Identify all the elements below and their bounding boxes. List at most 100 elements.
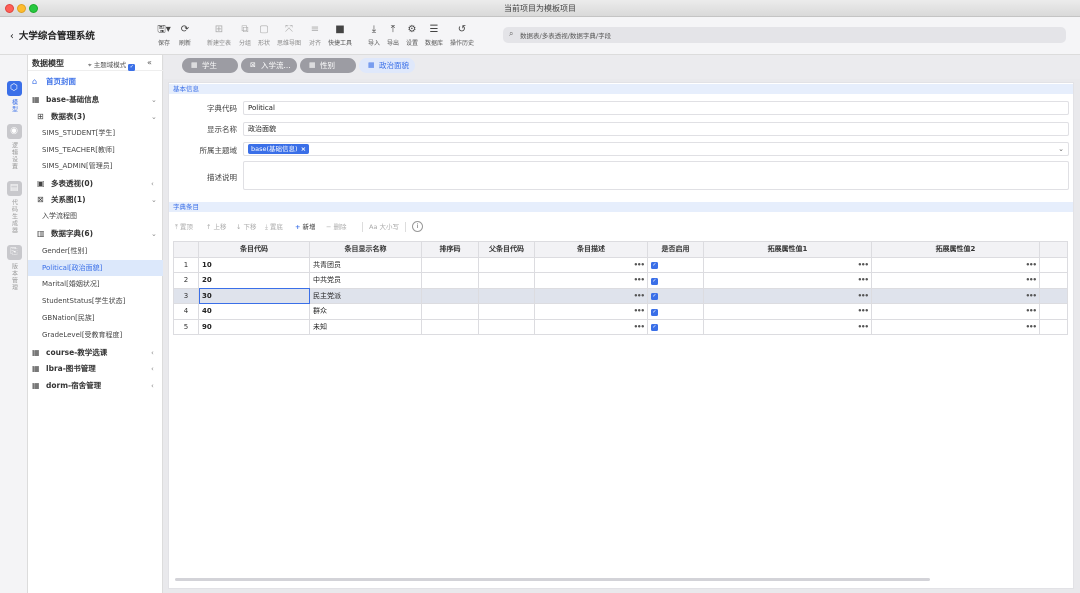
back-to-projects[interactable]: ‹ 大学综合管理系统	[10, 28, 95, 42]
tree-item-enrollment-flow[interactable]: 入学流程图	[28, 208, 163, 224]
column-header[interactable]: 拓展属性值1	[703, 241, 872, 258]
enabled-checkbox[interactable]: ✓	[651, 293, 658, 301]
enabled-cell[interactable]: ✓	[647, 272, 704, 289]
entry-name-cell[interactable]: 共青团员	[309, 256, 422, 273]
tree-item-gbnation[interactable]: GBNation[民族]	[28, 310, 163, 326]
tree-item-political[interactable]: Political[政治面貌]	[28, 260, 163, 276]
shape-button[interactable]: ▢ 形状	[250, 23, 278, 47]
tab-gender[interactable]: ▦ 性别	[300, 58, 356, 73]
remove-tag-icon[interactable]: ×	[301, 145, 306, 153]
description-cell[interactable]: •••	[534, 287, 648, 304]
ext2-cell[interactable]: •••	[871, 256, 1040, 273]
rail-item-codegen[interactable]: ▤ 代码生成器	[5, 181, 23, 234]
database-button[interactable]: ☰ 数据库	[420, 23, 448, 47]
entry-name-cell[interactable]: 民主党派	[309, 287, 422, 304]
tab-enrollment-flow[interactable]: ⊠ 入学流...	[241, 58, 297, 73]
move-bottom-button[interactable]: ⤓ 置底	[265, 221, 283, 233]
more-icon[interactable]: •••	[858, 323, 869, 331]
description-cell[interactable]: •••	[534, 318, 648, 335]
more-icon[interactable]: •••	[1026, 261, 1037, 269]
tree-item-sims-admin[interactable]: SIMS_ADMIN[管理员]	[28, 158, 163, 174]
more-icon[interactable]: •••	[1026, 307, 1037, 315]
entry-code-cell[interactable]: 40	[198, 303, 310, 320]
parent-code-cell[interactable]	[478, 303, 535, 320]
more-icon[interactable]: •••	[634, 307, 645, 315]
tree-item-gender[interactable]: Gender[性别]	[28, 243, 163, 259]
move-top-button[interactable]: ⤒ 置顶	[175, 221, 193, 233]
quick-tools-button[interactable]: ■ 快捷工具	[326, 23, 354, 47]
sort-cell[interactable]	[421, 272, 479, 289]
more-icon[interactable]: •••	[634, 261, 645, 269]
description-field[interactable]	[243, 161, 1069, 190]
tree-item-relations[interactable]: ⊠ 关系图(1) ⌄	[28, 192, 163, 208]
delete-entry-button[interactable]: − 删除	[326, 221, 346, 233]
enabled-cell[interactable]: ✓	[647, 256, 704, 273]
domain-mode-toggle[interactable]: ⌖ 主题域模式 ✓	[88, 59, 136, 71]
align-button[interactable]: ≡ 对齐	[301, 23, 329, 47]
rail-item-logic[interactable]: ◉ 逻辑设置	[5, 124, 23, 170]
tree-item-marital[interactable]: Marital[婚姻状况]	[28, 276, 163, 292]
entry-code-cell[interactable]: 90	[198, 318, 310, 335]
description-cell[interactable]: •••	[534, 256, 648, 273]
tree-item-grade-level[interactable]: GradeLevel[受教育程度]	[28, 327, 163, 343]
more-icon[interactable]: •••	[1026, 292, 1037, 300]
ext1-cell[interactable]: •••	[703, 287, 872, 304]
tree-item-cover[interactable]: ⌂ 首页封面	[28, 74, 163, 90]
parent-code-cell[interactable]	[478, 318, 535, 335]
table-row[interactable]: 5 90 未知 ••• ✓ ••• •••	[173, 318, 1068, 335]
column-header[interactable]: 拓展属性值2	[871, 241, 1040, 258]
ext1-cell[interactable]: •••	[703, 318, 872, 335]
move-down-button[interactable]: ↓ 下移	[236, 221, 256, 233]
more-icon[interactable]: •••	[858, 276, 869, 284]
new-table-button[interactable]: ⊞ 新建空表	[205, 23, 233, 47]
collapse-sidebar-icon[interactable]: «	[147, 58, 152, 67]
tree-item-base[interactable]: ▦ base-基础信息 ⌄	[28, 92, 163, 108]
ext2-cell[interactable]: •••	[871, 318, 1040, 335]
column-header[interactable]: 条目显示名称	[309, 241, 422, 258]
sort-cell[interactable]	[421, 318, 479, 335]
tree-item-lbra[interactable]: ▦ lbra-图书管理 ‹	[28, 361, 163, 377]
ext2-cell[interactable]: •••	[871, 272, 1040, 289]
tree-item-dictionaries[interactable]: ▥ 数据字典(6) ⌄	[28, 226, 163, 242]
ext2-cell[interactable]: •••	[871, 287, 1040, 304]
tree-item-pivots[interactable]: ▣ 多表透视(0) ‹	[28, 176, 163, 192]
sort-cell[interactable]	[421, 303, 479, 320]
parent-code-cell[interactable]	[478, 272, 535, 289]
entry-name-cell[interactable]: 群众	[309, 303, 422, 320]
entry-code-cell[interactable]: 20	[198, 272, 310, 289]
tab-student[interactable]: ▦ 学生	[182, 58, 238, 73]
entry-code-cell[interactable]: 30	[198, 287, 310, 304]
mindmap-button[interactable]: ⤧ 思维导图	[275, 23, 303, 47]
info-icon[interactable]: i	[412, 221, 423, 232]
tab-political[interactable]: ▦ 政治面貌	[359, 58, 415, 73]
ext1-cell[interactable]: •••	[703, 272, 872, 289]
sort-cell[interactable]	[421, 256, 479, 273]
enabled-checkbox[interactable]: ✓	[651, 324, 658, 332]
enabled-checkbox[interactable]: ✓	[651, 262, 658, 270]
entry-name-cell[interactable]: 未知	[309, 318, 422, 335]
description-cell[interactable]: •••	[534, 272, 648, 289]
table-row[interactable]: 2 20 中共党员 ••• ✓ ••• •••	[173, 272, 1068, 289]
enabled-checkbox[interactable]: ✓	[651, 308, 658, 316]
parent-code-cell[interactable]	[478, 256, 535, 273]
tree-item-student-status[interactable]: StudentStatus[学生状态]	[28, 293, 163, 309]
more-icon[interactable]: •••	[634, 276, 645, 284]
table-row-selected[interactable]: 3 30 民主党派 ••• ✓ ••• •••	[173, 287, 1068, 304]
rail-item-model[interactable]: ⬡ 模型	[5, 81, 23, 113]
entry-name-cell[interactable]: 中共党员	[309, 272, 422, 289]
description-cell[interactable]: •••	[534, 303, 648, 320]
more-icon[interactable]: •••	[634, 292, 645, 300]
table-row[interactable]: 4 40 群众 ••• ✓ ••• •••	[173, 303, 1068, 320]
enabled-checkbox[interactable]: ✓	[651, 277, 658, 285]
more-icon[interactable]: •••	[1026, 276, 1037, 284]
more-icon[interactable]: •••	[858, 292, 869, 300]
horizontal-scrollbar[interactable]	[175, 578, 930, 581]
rail-item-version[interactable]: ⎘ 版本管理	[5, 245, 23, 291]
column-header[interactable]: 排序码	[421, 241, 479, 258]
column-header[interactable]: 父条目代码	[478, 241, 535, 258]
refresh-button[interactable]: ⟳ 刷新	[171, 23, 199, 47]
parent-code-cell[interactable]	[478, 287, 535, 304]
sort-cell[interactable]	[421, 287, 479, 304]
ext1-cell[interactable]: •••	[703, 303, 872, 320]
more-icon[interactable]: •••	[858, 307, 869, 315]
